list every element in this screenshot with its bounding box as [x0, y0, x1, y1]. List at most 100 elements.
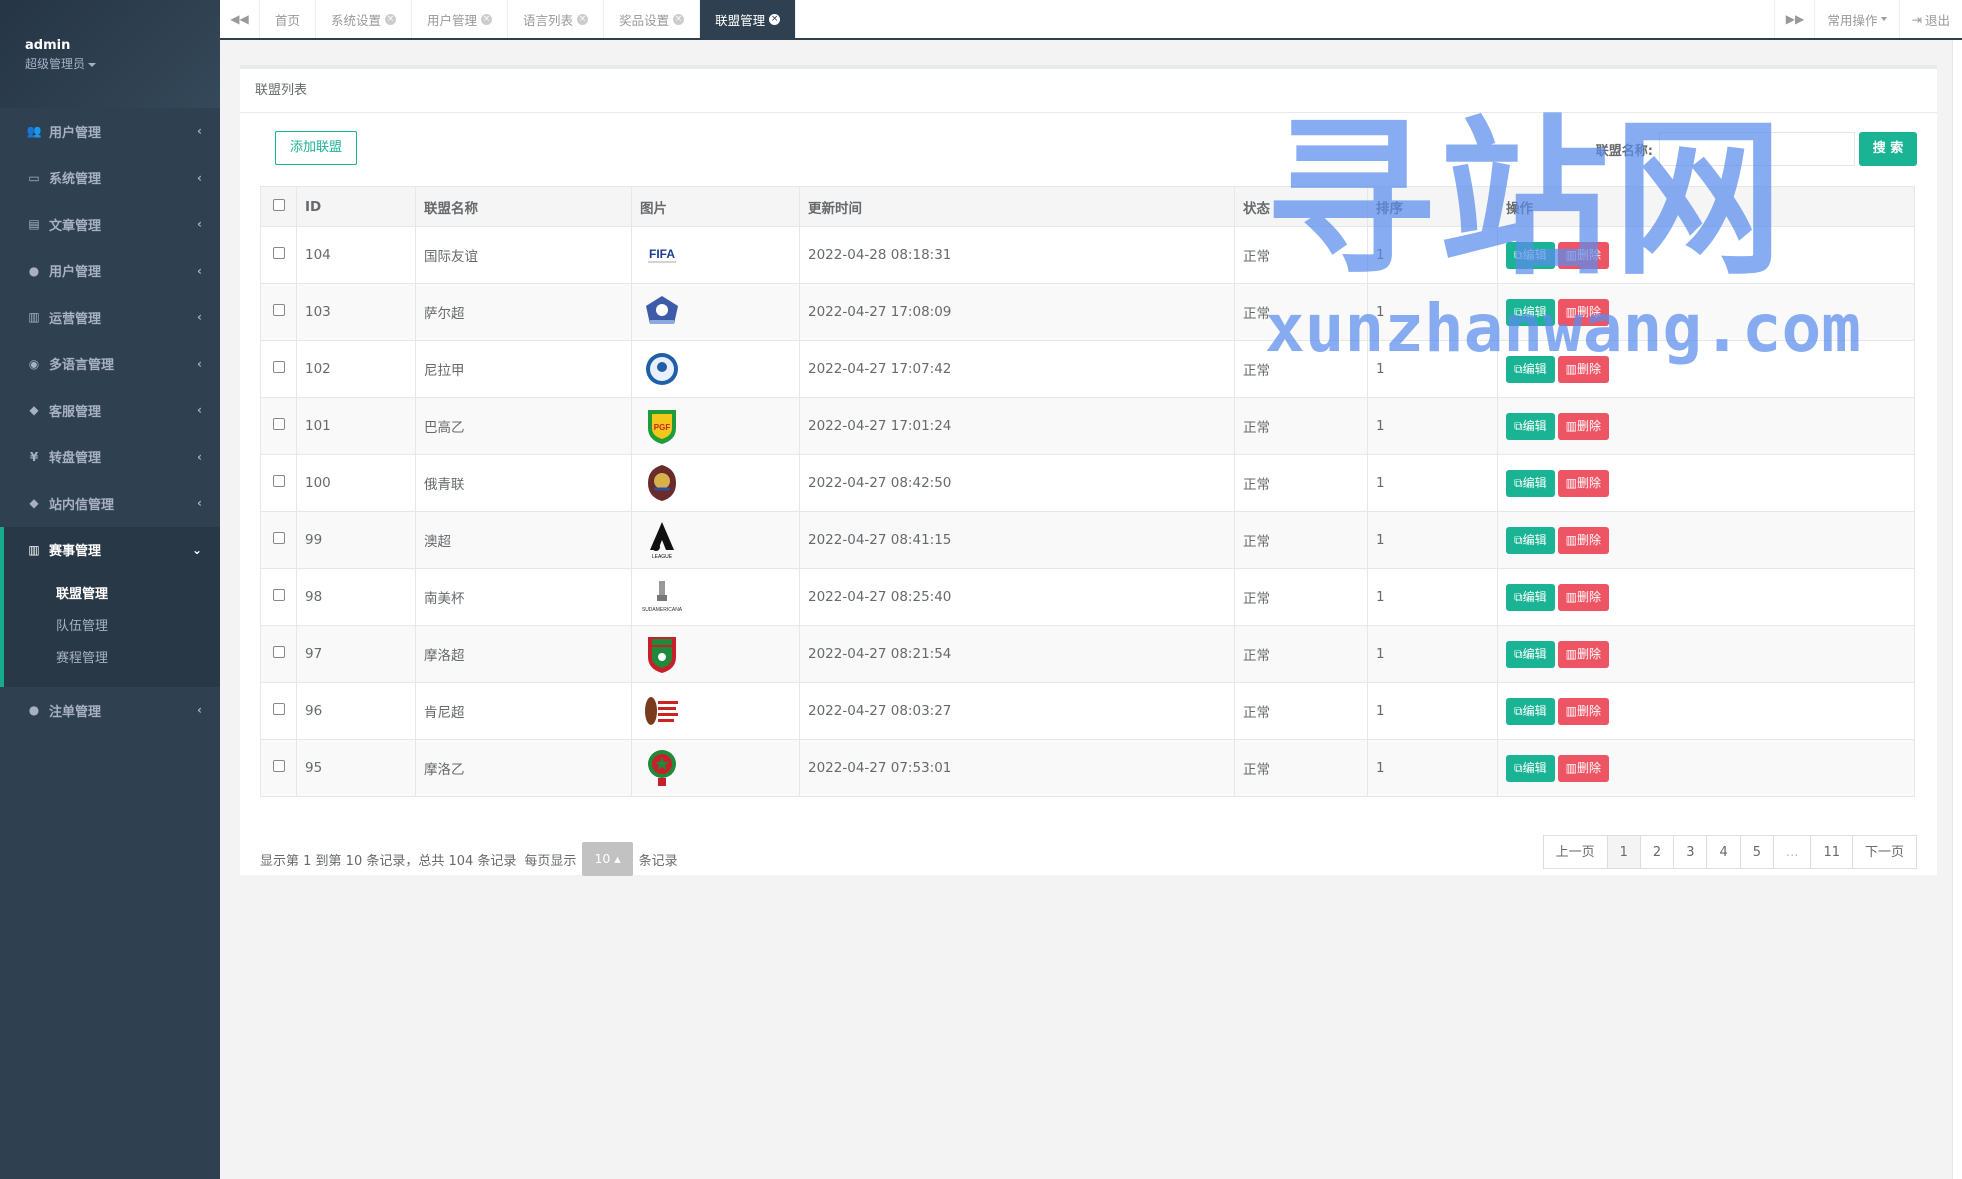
select-all-checkbox[interactable]: [272, 198, 285, 211]
cell-name: 摩洛超: [415, 625, 632, 683]
edit-button[interactable]: ⧉编辑: [1506, 298, 1555, 326]
tab[interactable]: 奖品设置 ×: [604, 0, 701, 38]
cell-sort: 1: [1367, 625, 1498, 683]
sidebar-subitem[interactable]: 联盟管理: [4, 579, 220, 611]
scrollbar[interactable]: [1952, 40, 1962, 1179]
cell-id: 98: [296, 568, 416, 626]
delete-button[interactable]: ▥删除: [1557, 469, 1609, 497]
sidebar-item[interactable]: ● 用户管理 ‹: [0, 248, 220, 295]
page-button[interactable]: 5: [1739, 835, 1775, 869]
close-icon[interactable]: ×: [481, 13, 493, 25]
trash-icon: ▥: [1565, 703, 1577, 718]
sidebar-item[interactable]: ◆ 站内信管理 ‹: [0, 480, 220, 527]
record-summary: 显示第 1 到第 10 条记录，总共 104 条记录: [260, 853, 517, 869]
sidebar-item[interactable]: ▭ 系统管理 ‹: [0, 155, 220, 202]
tab[interactable]: 联盟管理 ×: [700, 0, 797, 38]
edit-icon: ⧉: [1514, 247, 1523, 262]
row-checkbox[interactable]: [272, 532, 285, 544]
close-icon[interactable]: ×: [385, 13, 397, 25]
tab[interactable]: 语言列表 ×: [508, 0, 605, 38]
row-checkbox[interactable]: [272, 361, 285, 373]
tab-label: 用户管理: [427, 12, 478, 28]
edit-button[interactable]: ⧉编辑: [1506, 526, 1555, 554]
close-icon[interactable]: ×: [673, 13, 685, 25]
sidebar-item[interactable]: ¥ 转盘管理 ‹: [0, 434, 220, 481]
prev-page-button[interactable]: 上一页: [1542, 835, 1608, 869]
trash-icon: ▥: [1565, 247, 1577, 262]
pager-info: 显示第 1 到第 10 条记录，总共 104 条记录 每页显示 10 ▴ 条记录: [260, 842, 678, 876]
sidebar-item[interactable]: 👥 用户管理 ‹: [0, 108, 220, 155]
row-checkbox[interactable]: [272, 475, 285, 487]
tab[interactable]: 系统设置 ×: [316, 0, 413, 38]
edit-button[interactable]: ⧉编辑: [1506, 697, 1555, 725]
delete-button[interactable]: ▥删除: [1557, 355, 1609, 383]
page-button[interactable]: 4: [1706, 835, 1741, 869]
delete-button[interactable]: ▥删除: [1557, 298, 1609, 326]
cell-name: 肯尼超: [415, 682, 632, 740]
cell-updated: 2022-04-27 17:01:24: [799, 397, 1235, 455]
row-checkbox[interactable]: [272, 646, 285, 658]
add-league-button[interactable]: 添加联盟: [275, 131, 357, 165]
common-ops-dropdown[interactable]: 常用操作: [1815, 0, 1900, 38]
league-name-search-input[interactable]: [1659, 132, 1855, 166]
sidebar-item[interactable]: ◆ 客服管理 ‹: [0, 387, 220, 434]
cell-sort: 1: [1367, 226, 1498, 284]
tab[interactable]: 用户管理 ×: [412, 0, 509, 38]
trash-icon: ▥: [1565, 475, 1577, 490]
sidebar-subitem[interactable]: 队伍管理: [4, 611, 220, 643]
close-icon[interactable]: ×: [769, 13, 781, 25]
edit-button[interactable]: ⧉编辑: [1506, 355, 1555, 383]
row-checkbox[interactable]: [272, 760, 285, 772]
page-button[interactable]: ...: [1773, 835, 1812, 869]
globe-icon: ◉: [28, 356, 40, 371]
page-button[interactable]: 2: [1639, 835, 1675, 869]
logout-button[interactable]: ⇥ 退出: [1900, 0, 1962, 38]
sidebar-item[interactable]: ▥ 赛事管理 ⌄: [0, 526, 220, 573]
page-button[interactable]: 11: [1810, 835, 1853, 869]
delete-button[interactable]: ▥删除: [1557, 583, 1609, 611]
scroll-right-button[interactable]: ▶▶: [1775, 0, 1816, 38]
delete-button[interactable]: ▥删除: [1557, 412, 1609, 440]
user-role-dropdown[interactable]: 超级管理员: [25, 55, 97, 72]
next-page-button[interactable]: 下一页: [1851, 835, 1917, 869]
sidebar-item[interactable]: ● 注单管理 ‹: [0, 687, 220, 734]
sidebar-submenu: 联盟管理 队伍管理 赛程管理: [0, 573, 220, 687]
delete-label: 删除: [1576, 532, 1601, 547]
tab[interactable]: 首页: [260, 0, 317, 38]
row-checkbox[interactable]: [272, 703, 285, 715]
page-button[interactable]: 1: [1606, 835, 1641, 869]
delete-label: 删除: [1576, 760, 1601, 775]
row-checkbox[interactable]: [272, 589, 285, 601]
row-checkbox[interactable]: [272, 418, 285, 430]
scroll-left-button[interactable]: ◀◀: [220, 0, 260, 38]
edit-button[interactable]: ⧉编辑: [1506, 412, 1555, 440]
table-row: 96 肯尼超 2022-04-27 08:03:27 正常 1 ⧉编辑 ▥删除: [260, 682, 1915, 740]
edit-label: 编辑: [1522, 361, 1547, 376]
delete-button[interactable]: ▥删除: [1557, 241, 1609, 269]
search-button[interactable]: 搜 索: [1859, 132, 1917, 166]
edit-button[interactable]: ⧉编辑: [1506, 241, 1555, 269]
row-checkbox[interactable]: [272, 247, 285, 259]
edit-button[interactable]: ⧉编辑: [1506, 583, 1555, 611]
edit-button[interactable]: ⧉编辑: [1506, 754, 1555, 782]
page-size-dropdown[interactable]: 10 ▴: [582, 842, 633, 876]
sidebar-subitem[interactable]: 赛程管理: [4, 643, 220, 675]
chevron-left-icon: ‹: [197, 496, 202, 511]
trash-icon: ▥: [1565, 589, 1577, 604]
cell-updated: 2022-04-27 08:42:50: [799, 454, 1235, 512]
sidebar-item[interactable]: ▥ 运营管理 ‹: [0, 294, 220, 341]
delete-button[interactable]: ▥删除: [1557, 697, 1609, 725]
delete-button[interactable]: ▥删除: [1557, 526, 1609, 554]
sidebar-item[interactable]: ◉ 多语言管理 ‹: [0, 341, 220, 388]
delete-label: 删除: [1576, 589, 1601, 604]
row-checkbox[interactable]: [272, 304, 285, 316]
sidebar-item[interactable]: ▤ 文章管理 ‹: [0, 201, 220, 248]
svg-text:PGF: PGF: [654, 423, 671, 432]
edit-icon: ⧉: [1514, 760, 1523, 775]
edit-button[interactable]: ⧉编辑: [1506, 469, 1555, 497]
delete-button[interactable]: ▥删除: [1557, 640, 1609, 668]
delete-button[interactable]: ▥删除: [1557, 754, 1609, 782]
page-button[interactable]: 3: [1673, 835, 1708, 869]
close-icon[interactable]: ×: [577, 13, 589, 25]
edit-button[interactable]: ⧉编辑: [1506, 640, 1555, 668]
